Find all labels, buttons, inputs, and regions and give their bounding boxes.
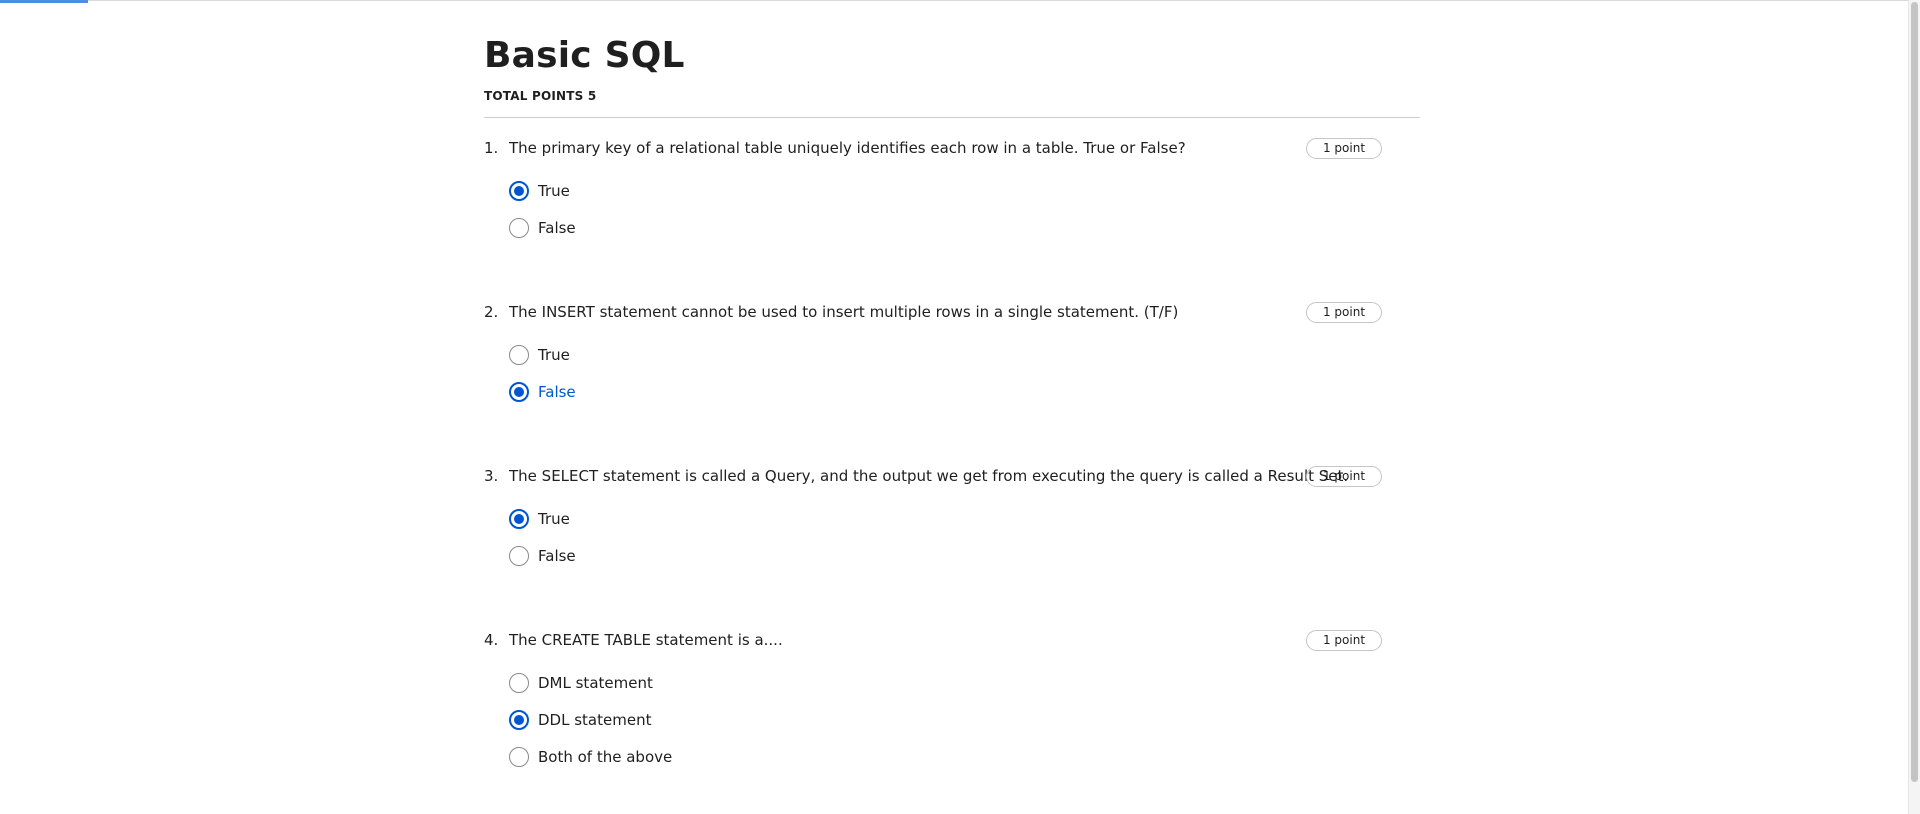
option-label: True [538, 182, 570, 200]
option-label: True [538, 346, 570, 364]
option-ddl[interactable]: DDL statement [509, 708, 651, 732]
question-text: The CREATE TABLE statement is a.... [509, 631, 783, 649]
question-text: The INSERT statement cannot be used to i… [509, 303, 1179, 321]
option-true[interactable]: True [509, 343, 570, 367]
option-false[interactable]: False [509, 216, 576, 240]
option-dml[interactable]: DML statement [509, 671, 653, 695]
page-title: Basic SQL [484, 35, 685, 76]
question-2: 2. The INSERT statement cannot be used t… [484, 282, 1420, 446]
vertical-scrollbar[interactable] [1908, 0, 1920, 814]
question-4: 4. The CREATE TABLE statement is a.... 1… [484, 610, 1420, 774]
option-label: Both of the above [538, 748, 673, 766]
radio-unselected-icon[interactable] [509, 345, 529, 365]
option-label: True [538, 510, 570, 528]
option-both[interactable]: Both of the above [509, 745, 672, 769]
points-badge: 1 point [1306, 138, 1382, 159]
radio-unselected-icon[interactable] [509, 747, 529, 767]
radio-selected-icon[interactable] [509, 382, 529, 402]
option-true[interactable]: True [509, 507, 570, 531]
page-progress-bar [0, 0, 88, 3]
radio-selected-icon[interactable] [509, 710, 529, 730]
radio-selected-icon[interactable] [509, 509, 529, 529]
option-label: DDL statement [538, 711, 652, 729]
option-label: False [538, 383, 576, 401]
radio-unselected-icon[interactable] [509, 218, 529, 238]
option-label: DML statement [538, 674, 653, 692]
points-badge: 1 point [1306, 466, 1382, 487]
total-points: TOTAL POINTS 5 [484, 89, 597, 103]
scrollbar-thumb[interactable] [1911, 2, 1918, 782]
question-number: 3. [484, 467, 499, 485]
question-number: 2. [484, 303, 499, 321]
question-number: 1. [484, 139, 499, 157]
points-badge: 1 point [1306, 302, 1382, 323]
radio-unselected-icon[interactable] [509, 546, 529, 566]
points-badge: 1 point [1306, 630, 1382, 651]
question-1: 1. The primary key of a relational table… [484, 118, 1420, 282]
question-3: 3. The SELECT statement is called a Quer… [484, 446, 1420, 610]
question-text: The SELECT statement is called a Query, … [509, 467, 1349, 485]
question-text: The primary key of a relational table un… [509, 139, 1186, 157]
option-label: False [538, 219, 576, 237]
option-false[interactable]: False [509, 544, 576, 568]
quiz-container: Basic SQL TOTAL POINTS 5 1. The primary … [484, 0, 1420, 774]
option-false[interactable]: False [509, 380, 576, 404]
option-label: False [538, 547, 576, 565]
question-number: 4. [484, 631, 499, 649]
radio-unselected-icon[interactable] [509, 673, 529, 693]
radio-selected-icon[interactable] [509, 181, 529, 201]
option-true[interactable]: True [509, 179, 570, 203]
